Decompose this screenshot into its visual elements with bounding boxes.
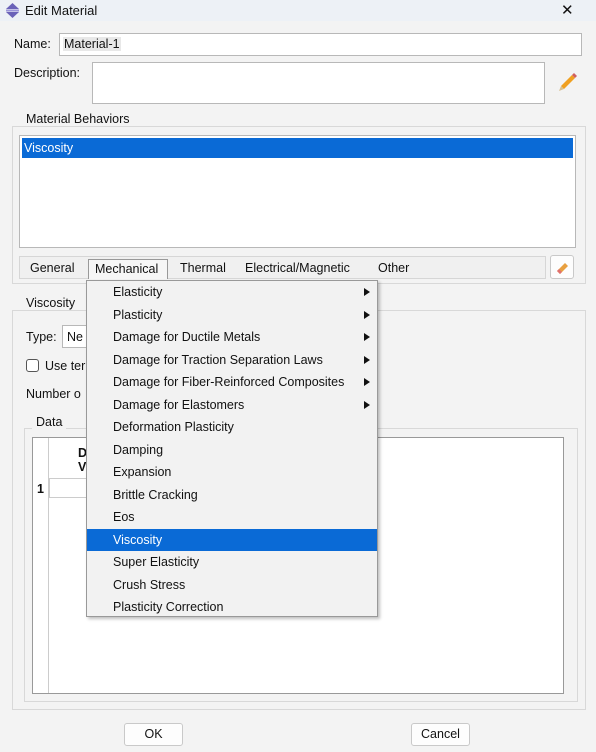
menu-item-label: Elasticity: [113, 285, 163, 299]
menu-item-label: Viscosity: [113, 532, 163, 547]
menu-item-brittle-cracking[interactable]: Brittle Cracking: [87, 484, 377, 506]
description-input[interactable]: [92, 62, 545, 104]
menu-item-crush-stress[interactable]: Crush Stress: [87, 574, 377, 596]
cancel-button[interactable]: Cancel: [411, 723, 470, 746]
menu-item-plasticity[interactable]: Plasticity: [87, 304, 377, 326]
pencil-icon[interactable]: [557, 72, 577, 92]
menu-item-eos[interactable]: Eos: [87, 506, 377, 528]
name-value: Material-1: [63, 37, 121, 51]
menu-item-label: Plasticity: [113, 307, 163, 322]
tab-general[interactable]: General: [30, 259, 74, 279]
menu-item-damage-for-elastomers[interactable]: Damage for Elastomers: [87, 394, 377, 416]
menu-item-damage-for-ductile-metals[interactable]: Damage for Ductile Metals: [87, 326, 377, 348]
menu-item-label: Deformation Plasticity: [113, 420, 234, 434]
tab-electrical-magnetic[interactable]: Electrical/Magnetic: [245, 259, 350, 279]
ok-button[interactable]: OK: [124, 723, 183, 746]
eraser-icon: [557, 263, 568, 274]
number-label: Number o: [26, 387, 81, 401]
menu-item-damage-for-fiber-reinforced-composites[interactable]: Damage for Fiber-Reinforced Composites: [87, 371, 377, 393]
menu-item-label: Damping: [113, 442, 164, 457]
submenu-arrow-icon: [364, 400, 370, 409]
mechanical-menu: Elasticity Plasticity Damage for Ductile M…: [86, 280, 378, 617]
title-bar: Edit Material ✕: [0, 0, 596, 21]
menu-item-label: Plasticity Correction: [113, 600, 224, 614]
menu-item-super-elasticity[interactable]: Super Elasticity: [87, 551, 377, 573]
menu-item-label: Damage for Elastomers: [113, 397, 245, 412]
viscosity-group-label: Viscosity: [22, 296, 80, 310]
data-group-label: Data: [32, 415, 67, 429]
type-label: Type:: [26, 330, 57, 344]
name-label: Name:: [14, 37, 51, 51]
menu-item-label: Eos: [113, 510, 135, 524]
behaviors-list[interactable]: Viscosity: [19, 135, 576, 248]
tab-other[interactable]: Other: [378, 259, 409, 279]
menu-item-label: Damage for Ductile Metals: [113, 330, 261, 344]
submenu-arrow-icon: [364, 310, 370, 319]
menu-item-damping[interactable]: Damping: [87, 439, 377, 461]
window-title: Edit Material: [25, 3, 98, 18]
type-value: Ne: [67, 330, 83, 344]
menu-item-deformation-plasticity[interactable]: Deformation Plasticity: [87, 416, 377, 438]
menu-item-elasticity[interactable]: Elasticity: [87, 281, 377, 303]
menu-item-label: Crush Stress: [113, 577, 186, 592]
tab-thermal[interactable]: Thermal: [180, 259, 226, 279]
use-temperature-label: Use ter: [45, 359, 86, 373]
menu-item-damage-for-traction-separation-laws[interactable]: Damage for Traction Separation Laws: [87, 349, 377, 371]
menu-item-label: Damage for Traction Separation Laws: [113, 352, 323, 367]
name-input[interactable]: Material-1: [59, 33, 582, 56]
submenu-arrow-icon: [364, 288, 370, 296]
submenu-arrow-icon: [364, 355, 370, 364]
menu-item-label: Expansion: [113, 465, 172, 479]
menu-item-label: Super Elasticity: [113, 555, 200, 569]
use-temperature-checkbox[interactable]: [26, 359, 39, 372]
menu-item-expansion[interactable]: Expansion: [87, 461, 377, 483]
row-number-1: 1: [37, 482, 44, 496]
material-behaviors-label: Material Behaviors: [22, 112, 134, 126]
description-label: Description:: [14, 66, 80, 80]
tab-mechanical[interactable]: Mechanical: [88, 259, 168, 279]
submenu-arrow-icon: [364, 333, 370, 341]
menu-item-plasticity-correction[interactable]: Plasticity Correction: [87, 596, 377, 618]
menu-item-viscosity[interactable]: Viscosity: [87, 528, 377, 551]
menu-item-label: Damage for Fiber-Reinforced Composites: [113, 375, 345, 389]
row-header-column: [33, 438, 49, 693]
behavior-item-viscosity[interactable]: Viscosity: [22, 138, 573, 158]
delete-behavior-button[interactable]: [550, 255, 574, 279]
menu-item-label: Brittle Cracking: [113, 487, 198, 502]
submenu-arrow-icon: [364, 378, 370, 386]
app-icon: [6, 3, 19, 18]
close-button[interactable]: ✕: [561, 1, 574, 19]
